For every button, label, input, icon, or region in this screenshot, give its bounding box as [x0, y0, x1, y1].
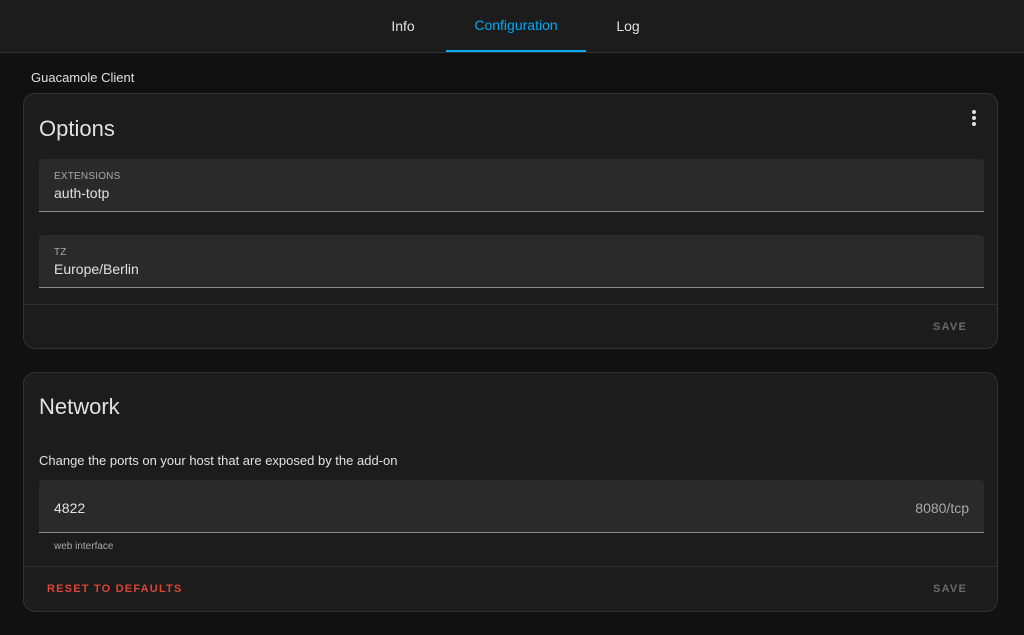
options-title: Options — [39, 116, 115, 141]
port-helper-text: web interface — [54, 541, 114, 552]
network-description: Change the ports on your host that are e… — [39, 453, 398, 468]
reset-to-defaults-button[interactable]: RESET TO DEFAULTS — [47, 583, 183, 595]
tz-label: TZ — [54, 247, 67, 258]
options-card: Options EXTENSIONS auth-totp TZ Europe/B… — [23, 93, 998, 349]
port-value[interactable]: 4822 — [54, 500, 85, 516]
top-tab-bar: Info Configuration Log — [0, 0, 1024, 53]
extensions-label: EXTENSIONS — [54, 171, 121, 182]
options-divider — [24, 304, 997, 305]
options-save-button[interactable]: SAVE — [933, 321, 967, 333]
tab-log[interactable]: Log — [586, 0, 670, 52]
dots-vertical-icon[interactable] — [967, 109, 981, 127]
network-divider — [24, 566, 997, 567]
tab-info[interactable]: Info — [360, 0, 446, 52]
tab-list: Info Configuration Log — [360, 0, 670, 52]
port-suffix: 8080/tcp — [915, 500, 969, 516]
network-save-button[interactable]: SAVE — [933, 583, 967, 595]
extensions-field[interactable]: EXTENSIONS auth-totp — [39, 159, 984, 212]
port-field[interactable]: 4822 8080/tcp — [39, 480, 984, 533]
tz-field[interactable]: TZ Europe/Berlin — [39, 235, 984, 288]
extensions-value[interactable]: auth-totp — [54, 185, 109, 201]
tab-configuration[interactable]: Configuration — [446, 0, 586, 52]
tz-value[interactable]: Europe/Berlin — [54, 261, 139, 277]
network-title: Network — [39, 394, 120, 419]
network-card: Network Change the ports on your host th… — [23, 372, 998, 612]
addon-name: Guacamole Client — [31, 70, 135, 85]
